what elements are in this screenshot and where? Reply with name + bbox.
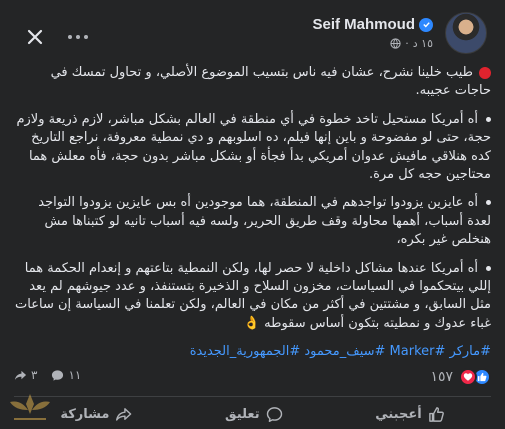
hashtag-link[interactable]: #Marker: [390, 344, 446, 359]
bullet-icon: [486, 265, 491, 271]
comment-bubble-icon: [266, 406, 282, 422]
author-name-text[interactable]: Seif Mahmoud: [312, 16, 415, 33]
comment-button[interactable]: تعليق: [225, 406, 283, 423]
post-point-1: أه أمريكا مستحيل تاخد خطوة في أي منطقة ف…: [14, 111, 491, 185]
post-actions: أعجبني تعليق مشاركة: [14, 400, 491, 428]
love-reaction-icon: [459, 368, 477, 386]
reaction-icons: [459, 368, 491, 386]
globe-icon: [390, 38, 401, 49]
post-body: طيب خلينا نشرح، عشان فيه ناس بتسيب الموض…: [14, 64, 491, 372]
post-intro-text: طيب خلينا نشرح، عشان فيه ناس بتسيب الموض…: [50, 65, 491, 99]
post-time[interactable]: ١٥ د: [413, 37, 433, 50]
share-arrow-icon: [116, 407, 132, 421]
engagement-counts: ١١ ٣: [14, 368, 81, 382]
share-icon: [14, 370, 27, 380]
hashtags: #ماركر #Marker #سيف_محمود #الجمهورية_الج…: [14, 343, 491, 361]
bullet-icon: [486, 116, 491, 122]
comment-icon: [52, 369, 64, 381]
post-point-1-text: أه أمريكا مستحيل تاخد خطوة في أي منطقة ف…: [16, 111, 491, 183]
avatar[interactable]: [445, 12, 487, 54]
verified-badge-icon: [419, 17, 433, 32]
red-circle-icon: [479, 66, 491, 79]
share-count[interactable]: ٣: [14, 368, 37, 382]
comment-count-value: ١١: [68, 368, 82, 382]
post-author: Seif Mahmoud ١٥ د ·: [312, 14, 433, 50]
bullet-icon: [486, 200, 491, 206]
post-intro: طيب خلينا نشرح، عشان فيه ناس بتسيب الموض…: [14, 64, 491, 101]
thumbs-up-icon: [428, 406, 444, 422]
like-label: أعجبني: [375, 406, 422, 422]
like-button[interactable]: أعجبني: [375, 406, 444, 423]
watermark-logo: [10, 394, 50, 420]
post-point-2: أه عايزين يزودوا تواجدهم في المنطقة، هما…: [14, 194, 491, 249]
comment-count[interactable]: ١١: [51, 368, 81, 382]
meta-separator: ·: [405, 37, 409, 50]
share-count-value: ٣: [31, 368, 38, 382]
share-button[interactable]: مشاركة: [60, 406, 132, 423]
post-meta: ١٥ د ·: [312, 37, 433, 50]
share-label: مشاركة: [60, 406, 110, 422]
close-icon: [27, 29, 43, 45]
hashtag-link[interactable]: #سيف_محمود: [304, 344, 385, 359]
post-card: Seif Mahmoud ١٥ د · طيب خلينا نشرح، عشان…: [0, 0, 505, 429]
post-point-3: أه أمريكا عندها مشاكل داخلية لا حصر لها،…: [14, 260, 491, 334]
post-point-2-text: أه عايزين يزودوا تواجدهم في المنطقة، هما…: [38, 195, 491, 248]
more-options-button[interactable]: [60, 19, 96, 55]
hashtag-link[interactable]: #الجمهورية_الجديدة: [190, 344, 301, 359]
reaction-count: ١٥٧: [430, 369, 453, 385]
ok-hand-emoji: 👌: [243, 315, 260, 331]
close-button[interactable]: [17, 19, 53, 55]
divider: [14, 396, 491, 397]
comment-label: تعليق: [225, 406, 260, 422]
more-horizontal-icon: [68, 35, 72, 39]
reactions-summary[interactable]: ١٥٧: [430, 368, 491, 386]
hashtag-link[interactable]: #ماركر: [450, 344, 491, 359]
author-name[interactable]: Seif Mahmoud: [312, 16, 433, 33]
